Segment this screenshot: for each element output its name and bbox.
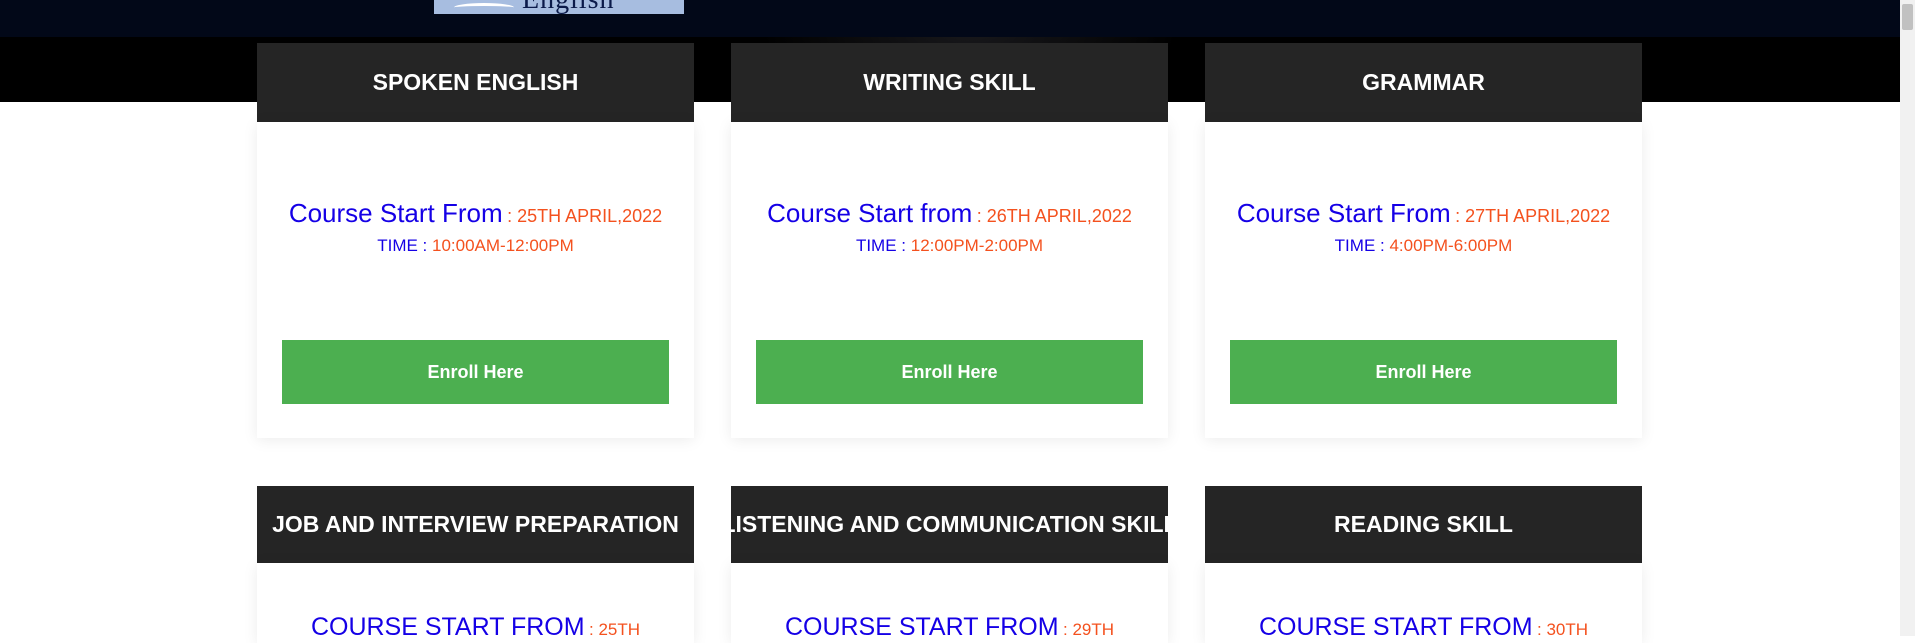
page-scrollbar[interactable] [1900, 0, 1915, 636]
course-card-reading-skill: COURSE START FROM : 30TH [1205, 563, 1642, 643]
logo-text: English [522, 0, 615, 14]
course-time-label: TIME : [855, 236, 907, 255]
course-start-label: COURSE START FROM [1258, 613, 1533, 641]
course-start-date: : 25TH [589, 620, 641, 639]
course-time-line: TIME : 10:00AM-12:00PM [257, 236, 694, 256]
course-time-value: 12:00PM-2:00PM [910, 236, 1044, 255]
course-start-label: COURSE START FROM [310, 613, 585, 641]
course-start-line: Course Start from : 26TH APRIL,2022 [731, 198, 1168, 229]
site-logo[interactable]: English [434, 0, 684, 14]
course-start-line: Course Start From : 27TH APRIL,2022 [1205, 198, 1642, 229]
top-navbar [0, 0, 1900, 37]
course-card-writing-skill: Course Start from : 26TH APRIL,2022 TIME… [731, 122, 1168, 438]
course-title-writing-skill: WRITING SKILL [731, 43, 1168, 122]
course-start-line: COURSE START FROM : 29TH [731, 613, 1168, 642]
course-card-listening-communication: COURSE START FROM : 29TH [731, 563, 1168, 643]
course-title-spoken-english: SPOKEN ENGLISH [257, 43, 694, 122]
course-start-label: Course Start From [1236, 198, 1451, 228]
enroll-button-writing-skill[interactable]: Enroll Here [756, 340, 1143, 404]
course-start-label: Course Start from [767, 198, 973, 228]
course-time-label: TIME : [1334, 236, 1385, 255]
course-start-date: : 29TH [1063, 620, 1115, 639]
course-time-value: 10:00AM-12:00PM [432, 236, 574, 255]
course-start-label: COURSE START FROM [784, 613, 1059, 641]
course-start-date: : 25TH APRIL,2022 [507, 206, 663, 226]
course-start-label: Course Start From [288, 198, 503, 228]
logo-swoosh-icon [454, 3, 514, 12]
course-time-line: TIME : 12:00PM-2:00PM [731, 236, 1168, 256]
scrollbar-thumb[interactable] [1902, 4, 1913, 30]
course-start-line: COURSE START FROM : 25TH [257, 613, 694, 642]
course-title-grammar: GRAMMAR [1205, 43, 1642, 122]
course-title-reading-skill: READING SKILL [1205, 486, 1642, 563]
course-card-job-interview: COURSE START FROM : 25TH [257, 563, 694, 643]
course-time-line: TIME : 4:00PM-6:00PM [1205, 236, 1642, 256]
course-start-date: : 27TH APRIL,2022 [1455, 206, 1611, 226]
course-start-date: : 30TH [1537, 620, 1589, 639]
enroll-button-grammar[interactable]: Enroll Here [1230, 340, 1617, 404]
enroll-button-spoken-english[interactable]: Enroll Here [282, 340, 669, 404]
course-card-grammar: Course Start From : 27TH APRIL,2022 TIME… [1205, 122, 1642, 438]
course-start-line: Course Start From : 25TH APRIL,2022 [257, 198, 694, 229]
course-title-job-interview: JOB AND INTERVIEW PREPARATION [257, 486, 694, 563]
course-time-value: 4:00PM-6:00PM [1389, 236, 1513, 255]
course-card-spoken-english: Course Start From : 25TH APRIL,2022 TIME… [257, 122, 694, 438]
course-time-label: TIME : [377, 236, 428, 255]
course-title-listening-communication: LISTENING AND COMMUNICATION SKILL [721, 486, 1178, 563]
course-start-line: COURSE START FROM : 30TH [1205, 613, 1642, 642]
course-start-date: : 26TH APRIL,2022 [976, 206, 1132, 226]
